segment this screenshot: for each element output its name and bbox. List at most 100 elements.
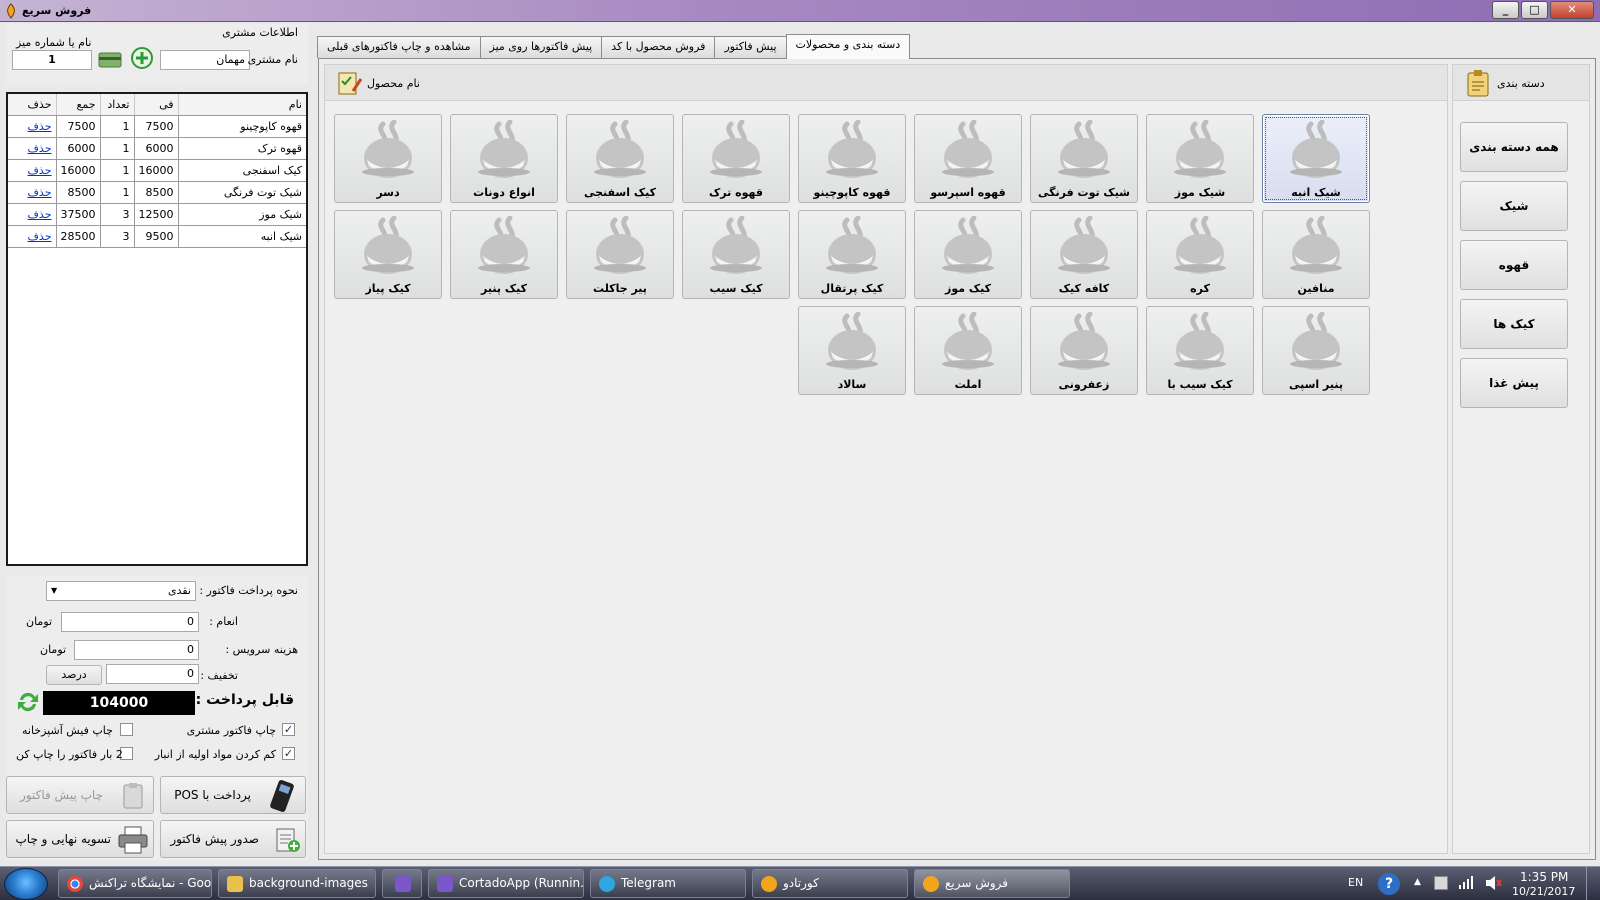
start-button[interactable] <box>4 868 48 900</box>
col-delete-header: حذف <box>8 94 56 116</box>
print-customer-invoice-checkbox[interactable]: ✓ <box>282 723 295 736</box>
delete-item-link[interactable]: حذف <box>28 120 52 133</box>
discount-percent-button[interactable]: درصد <box>46 665 102 685</box>
delete-item-link[interactable]: حذف <box>28 208 52 221</box>
product-button[interactable]: منافین <box>1262 210 1370 299</box>
product-button[interactable]: قهوه کاپوچینو <box>798 114 906 203</box>
volume-muted-icon[interactable] <box>1484 875 1502 894</box>
tab-table-pre-invoices[interactable]: پیش فاکتورها روی میز <box>479 36 603 58</box>
product-button[interactable]: کیک موز <box>914 210 1022 299</box>
order-item-delete-cell: حذف <box>8 159 56 182</box>
product-button[interactable]: کیک اسفنجی <box>566 114 674 203</box>
product-name: کیک سیب <box>709 282 763 295</box>
delete-item-link[interactable]: حذف <box>28 142 52 155</box>
product-button[interactable]: شیک موز <box>1146 114 1254 203</box>
tip-input[interactable]: 0 <box>61 612 199 632</box>
category-button[interactable]: همه دسته بندی ها <box>1460 122 1568 202</box>
minimize-button[interactable]: _ <box>1492 1 1519 19</box>
print-kitchen-slip-checkbox[interactable] <box>120 723 133 736</box>
table-row: شیک انبه 9500 3 28500 حذف <box>8 225 306 248</box>
payment-method-select[interactable]: نقدی ▼ <box>46 581 196 601</box>
pay-with-pos-button[interactable]: پرداخت با POS <box>160 776 306 814</box>
order-item-total: 8500 <box>55 181 100 204</box>
tab-previous-invoices[interactable]: مشاهده و چاپ فاکتورهای قبلی <box>317 36 481 58</box>
action-center-icon[interactable] <box>1434 876 1448 890</box>
discount-input[interactable]: 0 <box>106 664 199 684</box>
product-button[interactable]: کیک پنیر <box>450 210 558 299</box>
product-button[interactable]: دسر <box>334 114 442 203</box>
close-button[interactable]: ✕ <box>1550 1 1594 19</box>
delete-item-link[interactable]: حذف <box>28 230 52 243</box>
tab-pre-invoice[interactable]: پیش فاکتور <box>714 36 787 58</box>
category-button[interactable]: قهوه <box>1460 240 1568 290</box>
reduce-inventory-checkbox[interactable]: ✓ <box>282 747 295 760</box>
main-tabs: دسته بندی و محصولات پیش فاکتور فروش محصو… <box>317 34 911 59</box>
product-button[interactable]: کیک پرتقال <box>798 210 906 299</box>
table-number-input[interactable]: 1 <box>12 50 92 70</box>
taskbar-item-chrome[interactable]: نمایشگاه تراکنش - Goo... <box>58 869 212 898</box>
category-button[interactable]: کیک ها <box>1460 299 1568 349</box>
product-name: کیک پیاز <box>365 282 411 295</box>
print-pre-invoice-button[interactable]: چاپ پیش فاکتور <box>6 776 154 814</box>
window-title: فروش سریع <box>22 4 92 17</box>
order-item-name: کیک اسفنجی <box>177 159 306 182</box>
col-name-header: نام <box>177 94 306 116</box>
product-name: شیک موز <box>1174 186 1226 199</box>
taskbar-item-telegram[interactable]: Telegram <box>590 869 746 898</box>
maximize-button[interactable]: □ <box>1521 1 1548 19</box>
card-icon[interactable] <box>98 52 122 68</box>
order-item-qty: 3 <box>99 225 134 248</box>
col-total-header: جمع <box>55 94 100 116</box>
product-button[interactable]: کیک پیاز <box>334 210 442 299</box>
settle-and-print-label: تسویه نهایی و چاپ <box>15 832 112 846</box>
clock-time[interactable]: 1:35 PM <box>1520 870 1568 884</box>
taskbar-item-folder[interactable]: background-images <box>218 869 376 898</box>
visual-studio-icon <box>395 876 411 892</box>
category-button[interactable]: پیش غذا <box>1460 358 1568 408</box>
product-name: کیک سیب با <box>1167 378 1233 391</box>
product-button[interactable]: کیک سیب <box>682 210 790 299</box>
delete-item-link[interactable]: حذف <box>28 164 52 177</box>
product-button[interactable]: پیر جاکلت <box>566 210 674 299</box>
product-button[interactable]: سالاد <box>798 306 906 395</box>
show-hidden-icons-icon[interactable]: ▲ <box>1414 877 1421 887</box>
product-button[interactable]: قهوه ترک <box>682 114 790 203</box>
product-button[interactable]: کافه کیک <box>1030 210 1138 299</box>
delete-item-link[interactable]: حذف <box>28 186 52 199</box>
tab-sell-by-code[interactable]: فروش محصول با کد <box>601 36 716 58</box>
refresh-icon[interactable] <box>16 690 40 714</box>
issue-pre-invoice-button[interactable]: صدور پیش فاکتور <box>160 820 306 858</box>
taskbar-item-quick-sale[interactable]: فروش سریع <box>914 869 1070 898</box>
category-button[interactable]: شیک <box>1460 181 1568 231</box>
product-button[interactable]: شیک توت فرنگی <box>1030 114 1138 203</box>
add-customer-icon[interactable] <box>130 46 154 70</box>
table-row: قهوه ترک 6000 1 6000 حذف <box>8 137 306 160</box>
clock-date[interactable]: 10/21/2017 <box>1512 885 1575 898</box>
product-button[interactable]: کره <box>1146 210 1254 299</box>
product-button[interactable]: شیک انبه <box>1262 114 1370 203</box>
product-button[interactable]: زعفرونی <box>1030 306 1138 395</box>
coffee-cup-icon <box>1058 312 1110 370</box>
taskbar-item-visual-studio[interactable] <box>382 869 422 898</box>
service-fee-input[interactable]: 0 <box>74 640 199 660</box>
product-button[interactable]: قهوه اسپرسو <box>914 114 1022 203</box>
settle-and-print-button[interactable]: تسویه نهایی و چاپ <box>6 820 154 858</box>
language-indicator[interactable]: EN <box>1348 876 1363 889</box>
product-button[interactable]: پنیر اسپی <box>1262 306 1370 395</box>
order-item-name: شیک موز <box>177 203 306 226</box>
network-signal-icon[interactable] <box>1458 874 1474 893</box>
print-pre-invoice-label: چاپ پیش فاکتور <box>20 788 103 802</box>
product-button[interactable]: کیک سیب با <box>1146 306 1254 395</box>
order-item-price: 7500 <box>133 115 178 138</box>
taskbar-item-cortado[interactable]: کورتادو <box>752 869 908 898</box>
tab-categories-products[interactable]: دسته بندی و محصولات <box>785 34 911 59</box>
show-desktop-button[interactable] <box>1586 867 1600 900</box>
payment-panel: نحوه پرداخت فاکتور : نقدی ▼ انعام : 0 تو… <box>6 576 308 860</box>
product-button[interactable]: املت <box>914 306 1022 395</box>
customer-name-input[interactable]: مهمان <box>160 50 250 70</box>
order-item-qty: 3 <box>99 203 134 226</box>
product-button[interactable]: انواع دونات <box>450 114 558 203</box>
windows-taskbar: نمایشگاه تراکنش - Goo... background-imag… <box>0 866 1600 900</box>
help-icon[interactable]: ? <box>1378 873 1400 895</box>
taskbar-item-cortadoapp[interactable]: CortadoApp (Runnin... <box>428 869 584 898</box>
